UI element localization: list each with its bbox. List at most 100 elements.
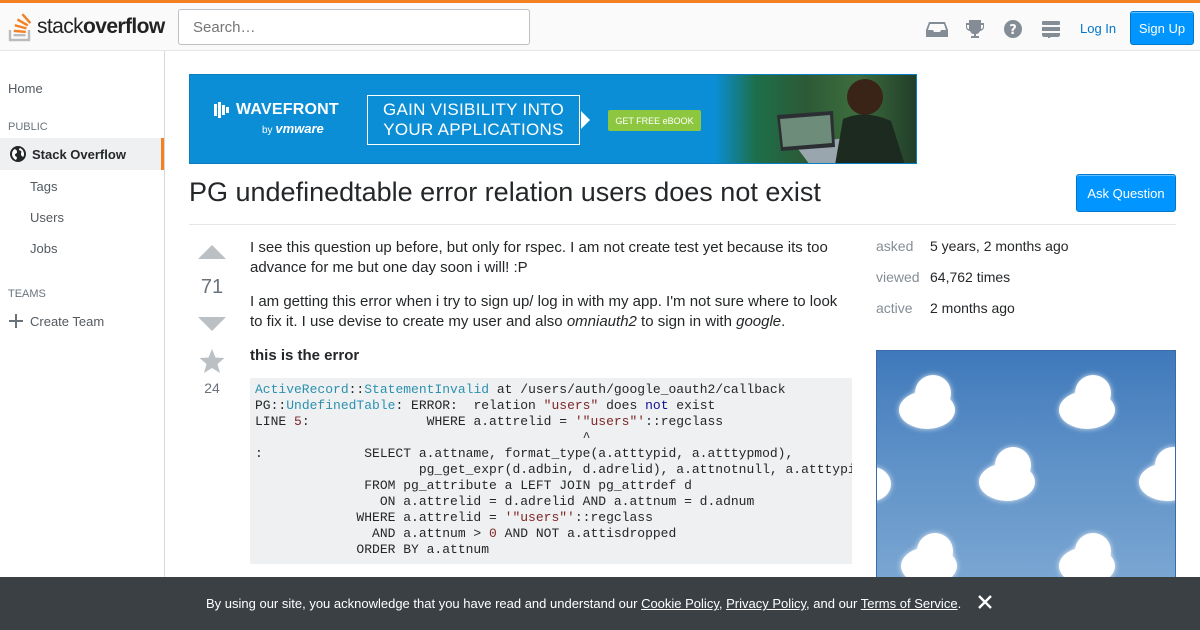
ad-brand: WAVEFRONT by vmware	[214, 101, 339, 136]
cookie-text: .	[957, 596, 962, 611]
stat-active-label: active	[876, 300, 913, 316]
code-token: LINE	[255, 414, 295, 429]
logo-suffix: overflow	[83, 15, 165, 38]
post-paragraph-2: I am getting this error when i try to si…	[250, 292, 852, 332]
downvote-icon[interactable]	[197, 316, 227, 332]
question-body: I see this question up before, but only …	[250, 238, 852, 380]
stat-viewed-label: viewed	[876, 269, 920, 285]
code-line: FROM pg_attribute a LEFT JOIN pg_attrdef…	[255, 478, 692, 493]
code-line: ORDER BY a.attnum	[255, 542, 490, 557]
terms-of-service-link[interactable]: Terms of Service	[861, 596, 958, 611]
post-emphasis: google	[736, 313, 782, 330]
code-block: ActiveRecord::StatementInvalid at /users…	[250, 378, 852, 564]
code-line: : SELECT a.attname, format_type(a.atttyp…	[255, 446, 794, 461]
code-token: AND a.attnum >	[255, 526, 490, 541]
cookie-policy-link[interactable]: Cookie Policy	[641, 596, 719, 611]
logo-wordmark: stackoverflow	[37, 15, 165, 39]
sidebar-item-jobs[interactable]: Jobs	[30, 241, 57, 256]
stat-viewed-value: 64,762 times	[930, 269, 1011, 285]
cookie-banner: By using our site, you acknowledge that …	[0, 577, 1200, 630]
sidebar-item-users[interactable]: Users	[30, 210, 64, 225]
code-token: 0	[489, 526, 497, 541]
site-logo[interactable]: stackoverflow	[8, 9, 165, 45]
create-team-link[interactable]: Create Team	[8, 313, 104, 329]
cloud-shape	[877, 467, 891, 501]
svg-text:?: ?	[1009, 23, 1017, 38]
top-bar: stackoverflow ? Log In Sign Up	[0, 0, 1200, 51]
sidebar-heading-teams: TEAMS	[8, 288, 46, 300]
stack-exchange-icon[interactable]	[1032, 15, 1070, 43]
globe-icon	[10, 146, 26, 162]
search-input[interactable]	[178, 9, 530, 45]
ad-headline-line-2: YOUR APPLICATIONS	[383, 120, 564, 139]
create-team-label: Create Team	[30, 313, 105, 329]
upvote-icon[interactable]	[197, 244, 227, 260]
code-token: ActiveRecord	[255, 382, 349, 397]
ad-arrow-icon	[581, 111, 590, 129]
ask-question-button[interactable]: Ask Question	[1076, 174, 1176, 212]
login-link[interactable]: Log In	[1070, 11, 1126, 45]
cookie-notice: By using our site, you acknowledge that …	[206, 596, 961, 611]
trophy-icon[interactable]	[956, 15, 994, 43]
code-token: WHERE a.attrelid =	[255, 510, 505, 525]
code-line: pg_get_expr(d.adbin, d.adrelid), a.attno…	[255, 462, 852, 477]
ad-photo	[715, 75, 916, 163]
cloud-shape	[915, 375, 951, 411]
title-divider	[189, 224, 1176, 225]
help-icon[interactable]: ?	[994, 15, 1032, 43]
vote-count: 71	[200, 276, 224, 298]
cookie-text: By using our site, you acknowledge that …	[206, 596, 642, 611]
code-token: ::	[348, 382, 365, 397]
stat-active-value: 2 months ago	[930, 300, 1015, 316]
post-paragraph-1: I see this question up before, but only …	[250, 239, 828, 276]
cloud-shape	[995, 447, 1031, 483]
cloud-shape	[1075, 375, 1111, 411]
code-token: '"users"'	[504, 510, 575, 525]
sidebar-item-tags[interactable]: Tags	[30, 179, 57, 194]
ad-banner[interactable]: WAVEFRONT by vmware GAIN VISIBILITY INTO…	[189, 74, 917, 164]
sidebar-item-home[interactable]: Home	[8, 81, 43, 96]
ad-byline: by vmware	[262, 121, 324, 136]
code-token: 5	[294, 414, 302, 429]
close-icon[interactable]	[976, 593, 994, 611]
post-emphasis: omniauth2	[566, 313, 637, 330]
cloud-shape	[1075, 533, 1111, 569]
stat-asked-value: 5 years, 2 months ago	[930, 238, 1069, 254]
cookie-text: , and our	[806, 596, 861, 611]
code-token: at /users/auth/google_oauth2/callback	[489, 382, 786, 397]
sidebar-ad-image[interactable]	[876, 350, 1176, 580]
wavefront-logo-icon	[214, 102, 229, 118]
ad-by: by	[262, 125, 273, 136]
ad-photo-person	[777, 79, 905, 163]
favorite-star-icon[interactable]	[199, 348, 225, 374]
sidebar-heading-public: PUBLIC	[8, 121, 48, 133]
ad-cta-button[interactable]: GET FREE eBOOK	[608, 110, 701, 131]
code-token: PG::	[255, 398, 287, 413]
sidebar-item-stack-overflow[interactable]: Stack Overflow	[0, 138, 164, 170]
plus-icon	[9, 314, 23, 328]
sidebar-item-label: Stack Overflow	[32, 146, 126, 162]
code-token: does	[598, 398, 646, 413]
code-token: ::regclass	[645, 414, 724, 429]
code-token: : ERROR: relation	[395, 398, 544, 413]
favorite-count: 24	[204, 380, 220, 396]
logo-prefix: stack	[37, 15, 84, 38]
code-token: '"users"'	[574, 414, 646, 429]
code-token: StatementInvalid	[364, 382, 490, 397]
top-icon-bar: ?	[918, 15, 1070, 43]
post-text: to sign in with	[636, 313, 737, 330]
inbox-icon[interactable]	[918, 15, 956, 43]
ad-by-brand: vmware	[275, 121, 324, 136]
code-token: AND NOT a.attisdropped	[496, 526, 677, 541]
code-line: ^	[255, 430, 591, 445]
question-title[interactable]: PG undefinedtable error relation users d…	[189, 176, 1049, 208]
signup-button[interactable]: Sign Up	[1130, 11, 1194, 45]
code-token: UndefinedTable	[286, 398, 396, 413]
code-token: "users"	[543, 398, 599, 413]
privacy-policy-link[interactable]: Privacy Policy	[726, 596, 806, 611]
ad-headline: GAIN VISIBILITY INTO YOUR APPLICATIONS	[367, 95, 580, 145]
stat-asked-label: asked	[876, 238, 914, 254]
code-token: : WHERE a.attrelid =	[301, 414, 575, 429]
cookie-text: ,	[718, 596, 727, 611]
code-token: exist	[668, 398, 716, 413]
